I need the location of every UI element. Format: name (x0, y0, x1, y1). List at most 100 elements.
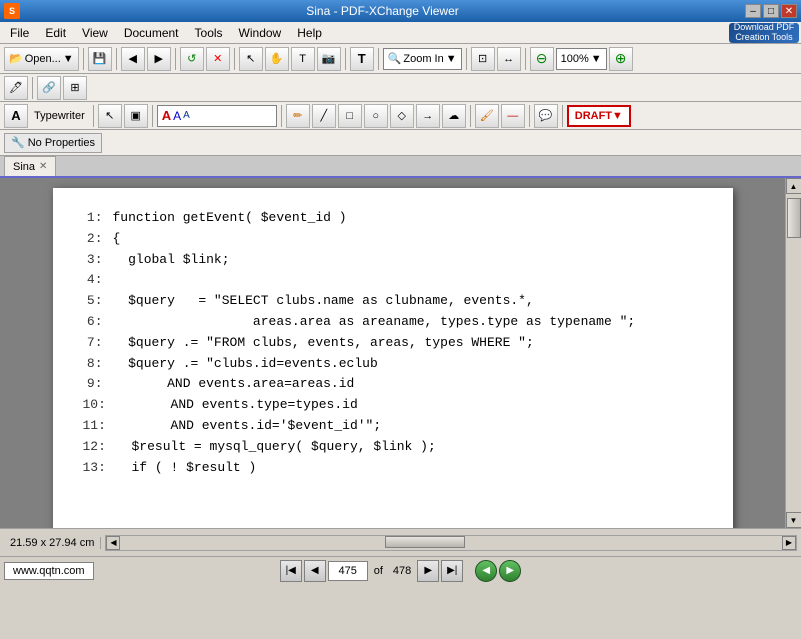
rect-button[interactable]: □ (338, 104, 362, 128)
hscroll-right-button[interactable]: ▶ (782, 536, 796, 550)
last-page-button[interactable]: ▶| (441, 560, 463, 582)
hand-button[interactable]: ✋ (265, 47, 289, 71)
tab-close-icon[interactable]: ✕ (39, 161, 47, 172)
menu-bar: File Edit View Document Tools Window Hel… (0, 22, 801, 44)
zoom-in-arrow: ▼ (446, 53, 457, 65)
next-page-button[interactable]: ▶ (417, 560, 439, 582)
properties-bar: 🔧 No Properties (0, 130, 801, 156)
hscroll-track[interactable] (120, 536, 782, 550)
redline-icon: — (507, 110, 518, 122)
fit-page-button[interactable]: ⊡ (471, 47, 495, 71)
pencil-icon: ✏ (293, 109, 302, 122)
text-select-button[interactable]: T (291, 47, 315, 71)
zoom-in-btn[interactable]: ⊕ (609, 47, 633, 71)
save-button[interactable]: 💾 (88, 47, 112, 71)
cloud-icon: ☁ (448, 109, 459, 122)
zoom-out-btn[interactable]: ⊖ (530, 47, 554, 71)
page-number-input[interactable]: 475 (328, 561, 368, 581)
open-button[interactable]: 📂 Open... ▼ (4, 47, 79, 71)
zoom-in-dropdown[interactable]: 🔍 Zoom In ▼ (383, 48, 462, 70)
title-buttons: – □ ✕ (745, 4, 797, 18)
cloud-button[interactable]: ☁ (442, 104, 466, 128)
cursor-button[interactable]: ↖ (239, 47, 263, 71)
font-select[interactable]: A A A (157, 105, 277, 127)
oval-button[interactable]: ○ (364, 104, 388, 128)
document-tab[interactable]: Sina ✕ (4, 156, 56, 176)
t3-sep3 (281, 105, 282, 127)
zoom-percent-value: 100% (561, 53, 589, 65)
fit-width-icon: ↔ (503, 53, 514, 65)
back-button[interactable]: ◀ (121, 47, 145, 71)
separator5 (345, 48, 346, 70)
horizontal-scrollbar[interactable]: ◀ ▶ (105, 535, 797, 551)
prev-page-button[interactable]: ◀ (304, 560, 326, 582)
pdf-page: 1: function getEvent( $event_id ) 2: { 3… (53, 188, 733, 528)
title-text: Sina - PDF-XChange Viewer (306, 4, 459, 18)
highlight-icon: 🖌 (480, 109, 494, 122)
first-page-button[interactable]: |◀ (280, 560, 302, 582)
snapshot-button[interactable]: 📷 (317, 47, 341, 71)
download-pdf-button[interactable]: Download PDFCreation Tools (729, 23, 799, 43)
cursor-icon: ↖ (246, 52, 255, 65)
code-line-8: 8: $query .= "clubs.id=events.eclub (83, 354, 703, 375)
tb3-btn2[interactable]: ▣ (124, 104, 148, 128)
menu-help[interactable]: Help (289, 24, 330, 42)
typewriter-A-icon: A (11, 108, 20, 123)
menu-view[interactable]: View (74, 24, 116, 42)
tab-label: Sina (13, 161, 35, 173)
typewriter-mode-button[interactable]: A (4, 104, 28, 128)
nav-forward-green-button[interactable]: ▶ (499, 560, 521, 582)
menu-file[interactable]: File (2, 24, 37, 42)
arrow-button[interactable]: → (416, 104, 440, 128)
scroll-thumb[interactable] (787, 198, 801, 238)
tb3-btn1[interactable]: ↖ (98, 104, 122, 128)
stamp-button[interactable]: DRAFT ▼ (567, 105, 631, 127)
redline-button[interactable]: — (501, 104, 525, 128)
text-select-icon: T (299, 53, 306, 65)
separator3 (175, 48, 176, 70)
typewriter-tool-button[interactable]: T (350, 47, 374, 71)
no-props-icon: 🔧 (11, 136, 25, 149)
refresh-button[interactable]: ↺ (180, 47, 204, 71)
callout-button[interactable]: 💬 (534, 104, 558, 128)
menu-tools[interactable]: Tools (187, 24, 231, 42)
dimensions-label: 21.59 x 27.94 cm (4, 537, 101, 549)
rect-icon: □ (346, 110, 353, 122)
nav-back-green-button[interactable]: ◀ (475, 560, 497, 582)
fit-width-button[interactable]: ↔ (497, 47, 521, 71)
code-line-7: 7: $query .= "FROM clubs, events, areas,… (83, 333, 703, 354)
menu-window[interactable]: Window (231, 24, 290, 42)
toolbar1: 📂 Open... ▼ 💾 ◀ ▶ ↺ ✕ ↖ ✋ T 📷 T 🔍 Zoom I… (0, 44, 801, 74)
font-bold-A: A (162, 108, 171, 123)
diamond-button[interactable]: ◇ (390, 104, 414, 128)
scroll-up-button[interactable]: ▲ (786, 178, 801, 194)
no-properties-button[interactable]: 🔧 No Properties (4, 133, 102, 153)
back-icon: ◀ (128, 52, 136, 65)
pencil-button[interactable]: ✏ (286, 104, 310, 128)
snapshot-icon: 📷 (322, 52, 336, 65)
select2-icon: ▣ (131, 109, 141, 122)
cursor2-icon: ↖ (105, 109, 114, 122)
zoom-percent-box[interactable]: 100% ▼ (556, 48, 607, 70)
status-bar: 21.59 x 27.94 cm ◀ ▶ (0, 528, 801, 556)
forward-button[interactable]: ▶ (147, 47, 171, 71)
of-label: of (370, 565, 387, 577)
menu-document[interactable]: Document (116, 24, 187, 42)
scroll-track[interactable] (786, 194, 801, 512)
minimize-button[interactable]: – (745, 4, 761, 18)
line-button[interactable]: ╱ (312, 104, 336, 128)
close-button[interactable]: ✕ (781, 4, 797, 18)
highlight-button[interactable]: 🖌 (475, 104, 499, 128)
fit-page-icon: ⊡ (478, 52, 487, 65)
copy-button[interactable]: ⊞ (63, 76, 87, 100)
annotate-button[interactable]: 🖊 (4, 76, 28, 100)
link-button[interactable]: 🔗 (37, 76, 61, 100)
maximize-button[interactable]: □ (763, 4, 779, 18)
stop-button[interactable]: ✕ (206, 47, 230, 71)
hscroll-thumb[interactable] (385, 536, 465, 548)
hscroll-left-button[interactable]: ◀ (106, 536, 120, 550)
menu-edit[interactable]: Edit (37, 24, 74, 42)
scroll-down-button[interactable]: ▼ (786, 512, 801, 528)
stamp-arrow: ▼ (612, 110, 623, 122)
vertical-scrollbar[interactable]: ▲ ▼ (785, 178, 801, 528)
